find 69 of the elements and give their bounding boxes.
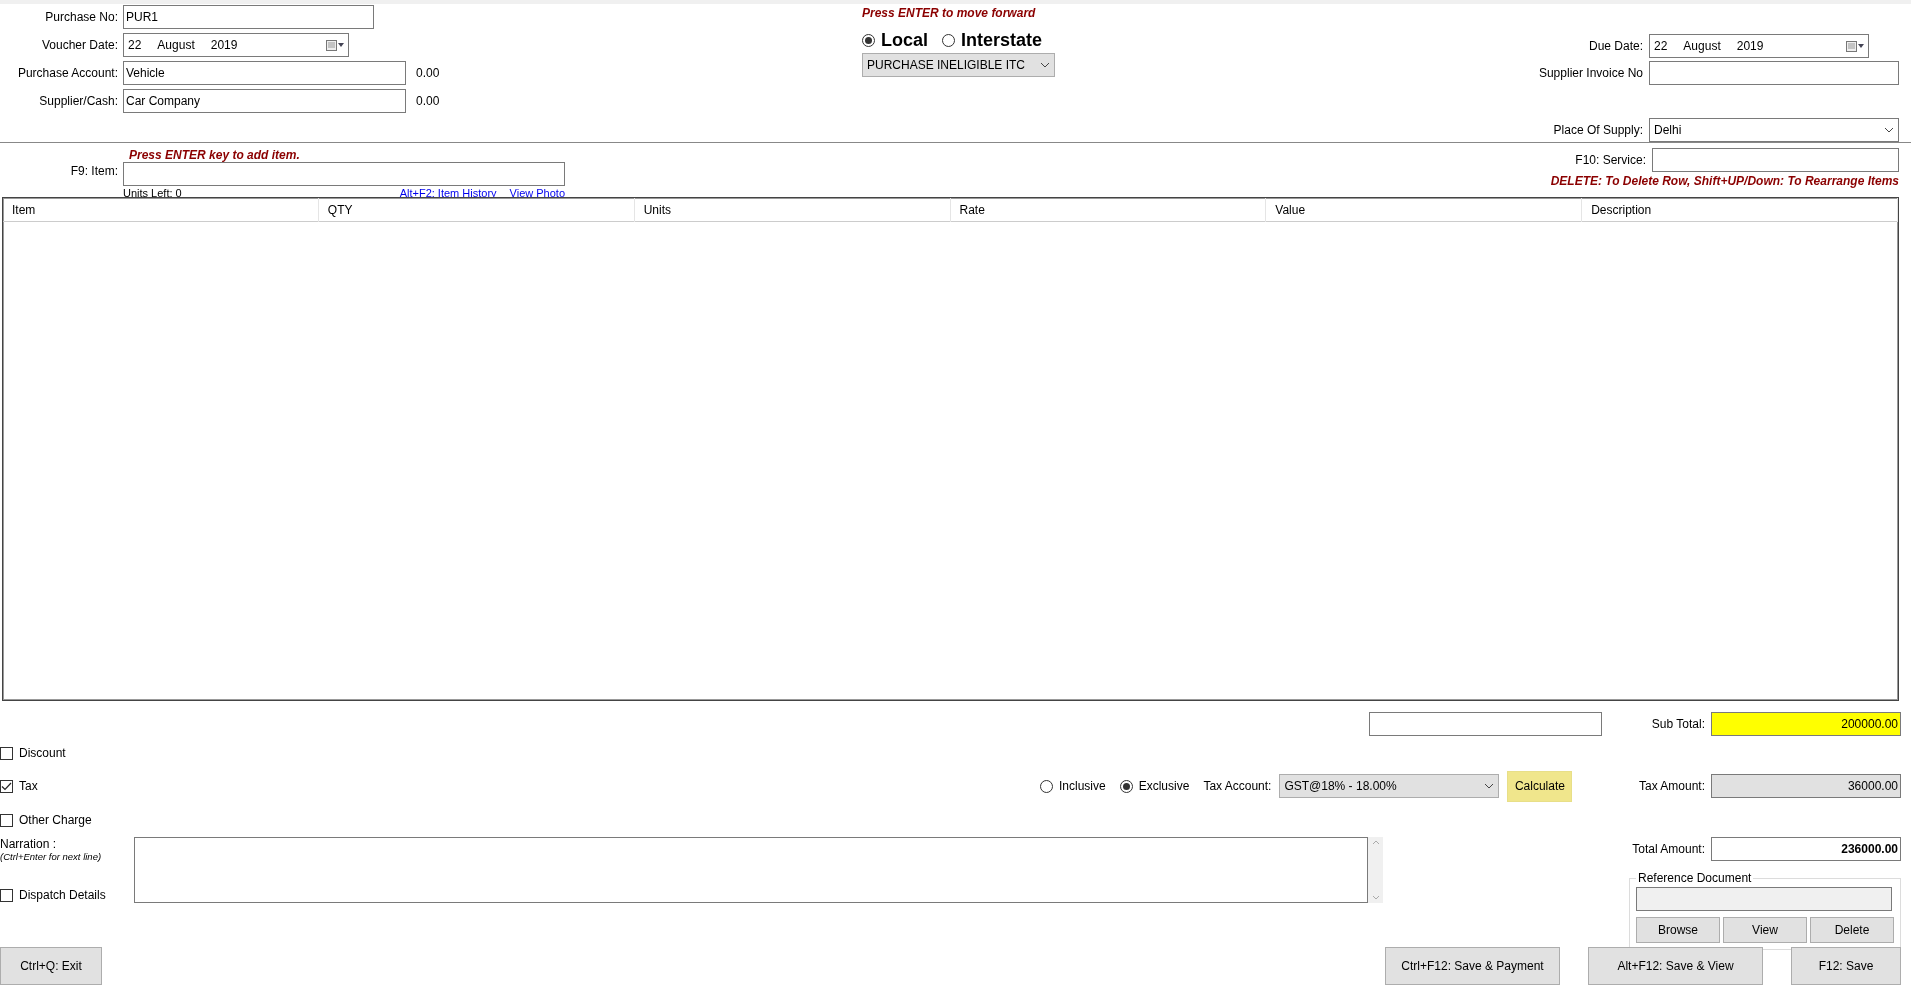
field-label: Supplier/Cash: [38, 94, 118, 108]
tax-amount-field: 36000.00 [1711, 774, 1901, 798]
tax-amount-label: Tax Amount: [1638, 779, 1705, 793]
date-field[interactable]: 22 August 2019 [1649, 34, 1869, 58]
field-label: Place Of Supply: [1552, 123, 1643, 137]
item-field[interactable] [123, 162, 565, 186]
panel-button[interactable]: Browse [1636, 917, 1720, 943]
date-field[interactable]: 22 August 2019 [123, 33, 349, 57]
column-header: Description [1582, 198, 1898, 222]
field-label: Voucher Date: [40, 38, 118, 52]
field-label: Due Date: [1587, 39, 1643, 53]
chevron-down-icon [1884, 127, 1894, 133]
calendar-dropdown-icon[interactable] [326, 39, 344, 51]
checkmark-icon [1, 781, 12, 791]
chevron-down-icon [1484, 783, 1495, 789]
total-amount-field: 236000.00 [1711, 837, 1901, 861]
field-label: F10: Service: [1575, 153, 1646, 167]
radio-button[interactable]: Inclusive [1040, 779, 1106, 793]
total-amount-label: Total Amount: [1632, 842, 1705, 856]
calendar-dropdown-icon[interactable] [1846, 40, 1864, 52]
radio-button[interactable]: Interstate [942, 30, 1043, 51]
narration-label: Narration : [0, 837, 58, 851]
hint-text: Press ENTER to move forward [862, 6, 1036, 20]
checkbox[interactable]: Discount [0, 746, 66, 760]
column-header: Rate [950, 198, 1267, 222]
save-button[interactable]: F12: Save [1791, 947, 1901, 985]
exit-button[interactable]: Ctrl+Q: Exit [0, 947, 102, 985]
column-header: QTY [318, 198, 635, 222]
hint-text: Press ENTER key to add item. [129, 148, 301, 162]
save-button[interactable]: Ctrl+F12: Save & Payment [1385, 947, 1560, 985]
radio-button[interactable]: Local [862, 30, 928, 51]
balance-amount: 0.00 [416, 66, 440, 80]
service-field[interactable] [1652, 148, 1899, 172]
link[interactable]: View Photo [509, 187, 565, 199]
radio-button[interactable]: Exclusive [1119, 779, 1190, 793]
document-field[interactable] [1636, 887, 1892, 911]
units-left-text: Units Left: 0 [123, 187, 182, 199]
field-label: Tax Account: [1203, 779, 1272, 793]
field-label: Purchase Account: [16, 66, 118, 80]
panel-button[interactable]: View [1723, 917, 1807, 943]
text-field[interactable]: PUR1 [123, 5, 374, 29]
tax-account-dropdown[interactable]: GST@18% - 18.00% [1279, 774, 1500, 798]
field-label: Supplier Invoice No [1537, 66, 1643, 80]
checkbox[interactable]: Other Charge [0, 813, 92, 827]
purchase-type-dropdown[interactable]: PURCHASE INELIGIBLE ITC [862, 53, 1055, 77]
narration-hint: (Ctrl+Enter for next line) [0, 851, 103, 862]
subtotal-label: Sub Total: [1651, 717, 1705, 731]
save-button[interactable]: Alt+F12: Save & View [1588, 947, 1763, 985]
checkbox[interactable]: Tax [0, 779, 1040, 793]
text-field[interactable]: Car Company [123, 89, 406, 113]
narration-field[interactable] [134, 837, 1368, 903]
field-label: F9: Item: [69, 163, 118, 180]
text-field[interactable] [1368, 712, 1602, 736]
column-header: Value [1266, 198, 1583, 222]
panel-title: Reference Document [1637, 871, 1753, 885]
chevron-down-icon [1040, 62, 1050, 68]
calculate-button[interactable]: Calculate [1507, 770, 1573, 802]
panel-button[interactable]: Delete [1810, 917, 1894, 943]
link[interactable]: Alt+F2: Item History [399, 187, 497, 199]
hint-text: DELETE: To Delete Row, Shift+UP/Down: To Rearrange Items [1550, 174, 1899, 188]
text-field[interactable] [1649, 61, 1899, 85]
column-header: Units [634, 198, 951, 222]
checkbox[interactable]: Dispatch Details [0, 888, 134, 902]
field-label: Purchase No: [44, 10, 118, 24]
column-header: Item [3, 198, 319, 222]
balance-amount: 0.00 [416, 94, 440, 108]
text-field[interactable]: Vehicle [123, 61, 406, 85]
subtotal-field[interactable]: 200000.00 [1711, 712, 1901, 736]
place-of-supply-dropdown[interactable]: Delhi [1649, 118, 1899, 142]
